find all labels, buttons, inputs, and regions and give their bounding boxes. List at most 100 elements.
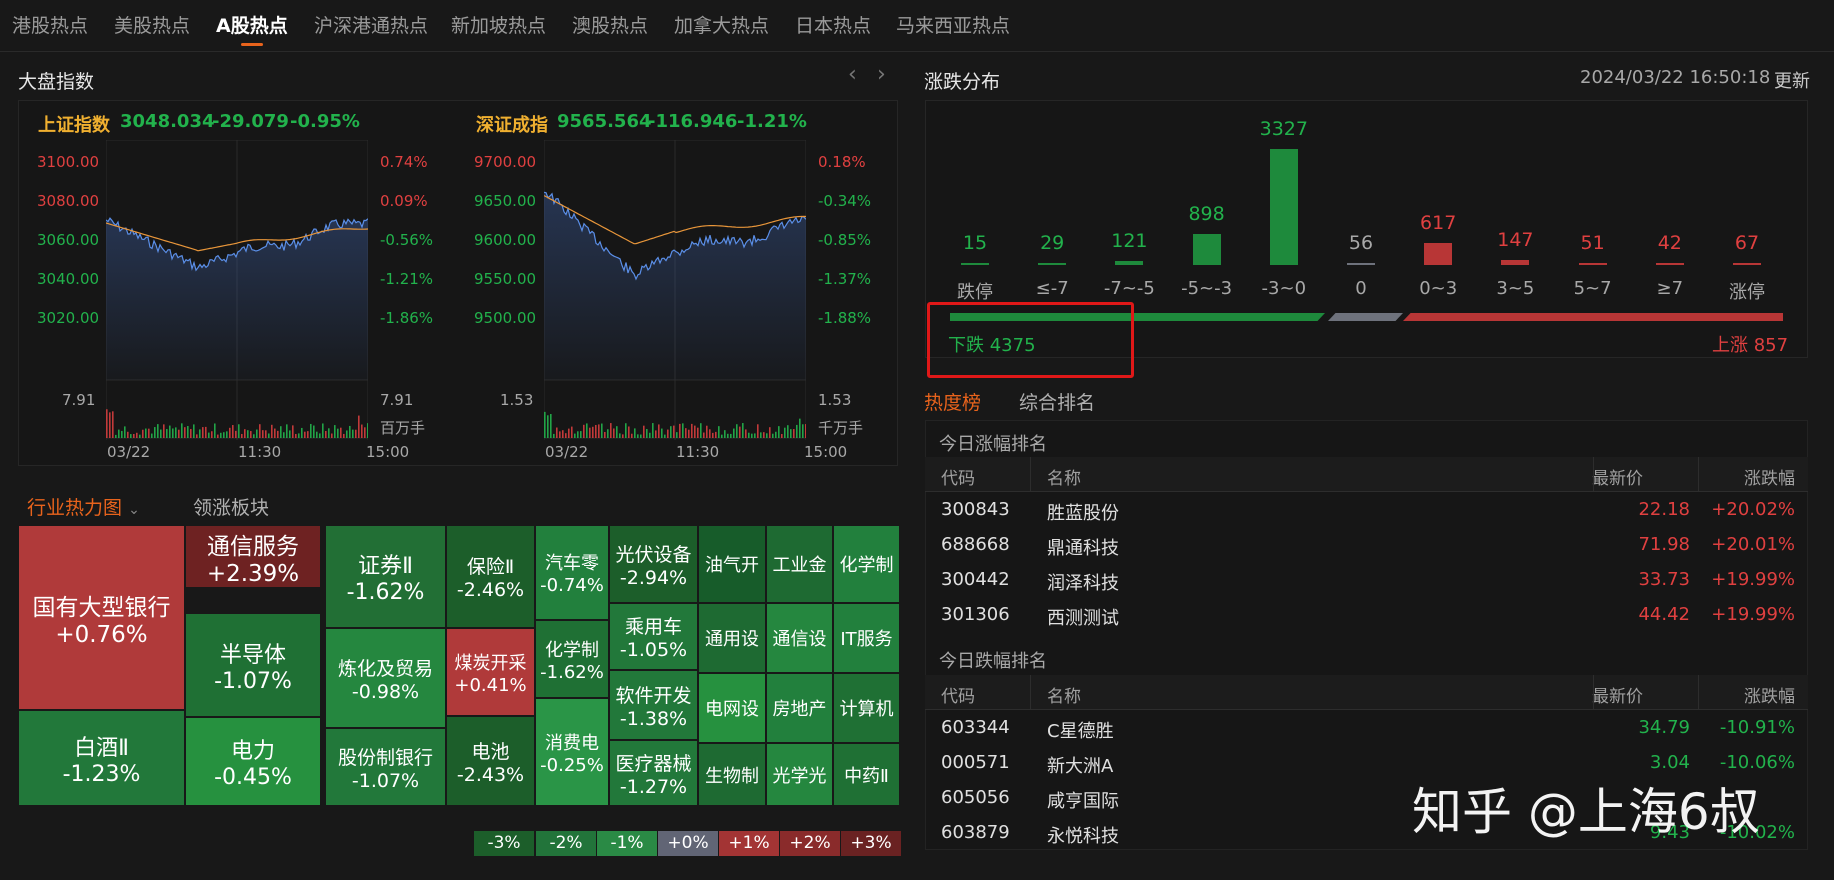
col-code: 代码 xyxy=(941,469,975,489)
volume-unit: 百万手 xyxy=(380,419,426,437)
y-tick: 9550.00 xyxy=(474,270,537,288)
cell-pct: +19.99% xyxy=(1711,569,1795,590)
tab-my[interactable]: 马来西亚热点 xyxy=(896,0,1010,52)
volume-max-left: 7.91 xyxy=(62,391,96,409)
distribution-label: 0~3 xyxy=(1419,278,1458,299)
tab-hk[interactable]: 港股热点 xyxy=(12,0,88,52)
legend-item: -3% xyxy=(474,831,534,856)
distribution-count: 3327 xyxy=(1259,118,1308,140)
heatmap-cell[interactable]: IT服务 xyxy=(833,603,900,673)
y-tick: 3060.00 xyxy=(37,231,100,249)
heatmap-cell[interactable]: 计算机 xyxy=(833,673,900,743)
heatmap-cell[interactable]: 炼化及贸易 -0.98% xyxy=(325,628,446,728)
intraday-chart-sz[interactable] xyxy=(544,140,806,440)
y-tick: 9700.00 xyxy=(474,153,537,171)
time-tick: 03/22 xyxy=(545,443,589,461)
distribution-bar[interactable] xyxy=(1578,263,1607,265)
volume-unit: 千万手 xyxy=(818,419,864,437)
table-row[interactable]: 603344 C星德胜 34.79 -10.91% xyxy=(925,710,1808,745)
heatmap-cell-name: 通信服务 xyxy=(207,533,299,560)
pct-tick: 0.09% xyxy=(380,192,428,210)
col-name: 名称 xyxy=(1047,687,1081,707)
heatmap-cell[interactable]: 电网设 xyxy=(698,673,766,743)
table-header: 代码 名称 最新价 涨跌幅 xyxy=(925,675,1808,710)
heatmap-cell[interactable]: 通信服务 +2.39% xyxy=(185,525,321,588)
tab-industry-heatmap[interactable]: 行业热力图 ⌄ xyxy=(27,493,140,520)
tab-a-share[interactable]: A股热点 xyxy=(216,0,288,52)
tab-leading-sectors[interactable]: 领涨板块 xyxy=(193,493,269,520)
heatmap-cell[interactable]: 半导体 -1.07% xyxy=(185,613,321,717)
pct-tick: -1.88% xyxy=(818,309,872,327)
heatmap-cell[interactable]: 生物制 xyxy=(698,743,766,806)
tab-au[interactable]: 澳股热点 xyxy=(572,0,648,52)
distribution-bar[interactable] xyxy=(1038,263,1067,265)
distribution-bar[interactable] xyxy=(1733,262,1761,265)
heatmap-cell[interactable]: 国有大型银行 +0.76% xyxy=(18,525,185,710)
distribution-title: 涨跌分布 xyxy=(924,71,1001,93)
heatmap-cell-name: 半导体 xyxy=(219,642,286,668)
tab-composite-rank[interactable]: 综合排名 xyxy=(1019,388,1095,415)
distribution-bar[interactable] xyxy=(1192,233,1221,265)
heatmap-cell[interactable]: 化学制 xyxy=(833,525,900,603)
heatmap-cell-pct: +2.39% xyxy=(206,560,300,587)
heatmap-cell[interactable]: 中药Ⅱ xyxy=(833,743,900,806)
heatmap-cell[interactable]: 电池 -2.43% xyxy=(446,716,535,806)
heatmap-cell-pct: -1.05% xyxy=(619,639,688,661)
heatmap-cell-pct: -0.45% xyxy=(214,765,292,790)
pct-tick: -1.21% xyxy=(380,270,434,288)
distribution-count: 42 xyxy=(1657,232,1682,254)
heatmap-cell-name: 电网设 xyxy=(705,699,759,720)
heatmap-cell[interactable]: 通信设 xyxy=(766,603,833,673)
heatmap-cell[interactable]: 化学制 -1.62% xyxy=(535,620,609,698)
heatmap-cell[interactable]: 保险Ⅱ -2.46% xyxy=(446,525,535,628)
heatmap-cell[interactable]: 通用设 xyxy=(698,603,766,673)
index-change: -29.079 xyxy=(212,111,289,132)
chevron-left-icon[interactable]: ‹ xyxy=(848,62,857,87)
index-name: 上证指数 xyxy=(38,115,110,136)
distribution-bar[interactable] xyxy=(1347,263,1375,265)
tab-us[interactable]: 美股热点 xyxy=(114,0,190,52)
time-tick: 15:00 xyxy=(804,443,848,461)
distribution-bar[interactable] xyxy=(961,263,989,265)
heatmap-cell[interactable]: 房地产 xyxy=(766,673,833,743)
tab-hot-list[interactable]: 热度榜 xyxy=(924,388,981,415)
table-row[interactable]: 300843 胜蓝股份 22.18 +20.02% xyxy=(925,492,1808,527)
heatmap-cell[interactable]: 软件开发 -1.38% xyxy=(609,670,698,740)
heatmap-cell[interactable]: 煤炭开采 +0.41% xyxy=(446,628,535,716)
distribution-bar[interactable] xyxy=(1655,263,1684,265)
distribution-bar[interactable] xyxy=(1269,149,1298,265)
cell-pct: +19.99% xyxy=(1711,604,1795,625)
distribution-count: 147 xyxy=(1497,228,1534,251)
distribution-bar[interactable] xyxy=(1424,243,1453,265)
heatmap-cell[interactable]: 光学光 xyxy=(766,743,833,806)
tab-ca[interactable]: 加拿大热点 xyxy=(674,0,769,52)
intraday-chart-sh[interactable] xyxy=(106,140,368,440)
table-row[interactable]: 301306 西测测试 44.42 +19.99% xyxy=(925,597,1808,632)
heatmap-cell[interactable]: 光伏设备 -2.94% xyxy=(609,525,698,603)
distribution-bar[interactable] xyxy=(1501,259,1530,265)
chevron-right-icon[interactable]: › xyxy=(877,62,886,87)
heatmap-cell[interactable]: 白酒Ⅱ -1.23% xyxy=(18,710,185,806)
table-header: 代码 名称 最新价 涨跌幅 xyxy=(925,457,1808,492)
heatmap-cell[interactable]: 油气开 xyxy=(698,525,766,603)
table-row[interactable]: 688668 鼎通科技 71.98 +20.01% xyxy=(925,527,1808,562)
time-tick: 15:00 xyxy=(366,443,410,461)
heatmap-cell[interactable]: 消费电 -0.25% xyxy=(535,698,609,806)
heatmap-cell[interactable]: 电力 -0.45% xyxy=(185,717,321,806)
heatmap-cell-pct: -1.62% xyxy=(540,661,604,683)
heatmap-cell[interactable]: 证券Ⅱ -1.62% xyxy=(325,525,446,628)
index-name: 深证成指 xyxy=(476,115,548,136)
heatmap-cell[interactable]: 乘用车 -1.05% xyxy=(609,603,698,670)
heatmap-cell-pct: -1.07% xyxy=(351,769,420,792)
heatmap-cell[interactable]: 医疗器械 -1.27% xyxy=(609,740,698,806)
cell-price: 3.04 xyxy=(1649,752,1690,773)
heatmap-cell[interactable]: 工业金 xyxy=(766,525,833,603)
tab-jp[interactable]: 日本热点 xyxy=(795,0,871,52)
heatmap-cell[interactable]: 汽车零 -0.74% xyxy=(535,525,609,620)
heatmap-cell[interactable]: 股份制银行 -1.07% xyxy=(325,728,446,806)
tab-connect[interactable]: 沪深港通热点 xyxy=(314,0,428,52)
tab-sg[interactable]: 新加坡热点 xyxy=(451,0,546,52)
refresh-button[interactable]: 更新 xyxy=(1774,67,1810,93)
table-row[interactable]: 300442 润泽科技 33.73 +19.99% xyxy=(925,562,1808,597)
distribution-bar[interactable] xyxy=(1115,260,1144,265)
